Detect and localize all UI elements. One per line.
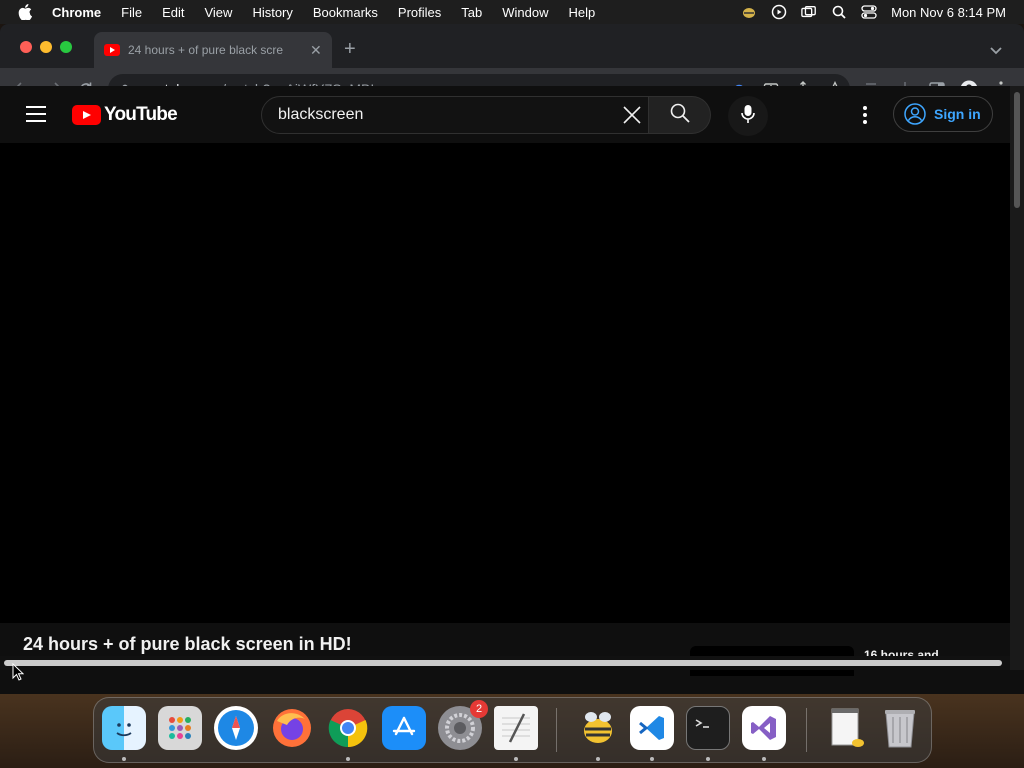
- microphone-icon: [741, 104, 755, 129]
- menu-bookmarks[interactable]: Bookmarks: [313, 5, 378, 20]
- youtube-play-logo-icon: [72, 105, 101, 125]
- system-settings-icon[interactable]: 2: [438, 700, 488, 750]
- search-button[interactable]: [649, 96, 711, 134]
- finder-icon[interactable]: [102, 706, 146, 750]
- window-controls: [20, 41, 72, 53]
- tab-close-icon[interactable]: ✕: [310, 42, 322, 59]
- launchpad-icon[interactable]: [158, 706, 202, 750]
- vscode-icon[interactable]: [630, 706, 674, 750]
- terminal-running-dot: [706, 757, 710, 761]
- clear-search-icon[interactable]: [620, 103, 644, 127]
- macos-dock: 2: [93, 697, 932, 763]
- chrome-running-dot: [346, 757, 350, 761]
- dock-separator-2: [806, 708, 807, 752]
- screen-record-icon[interactable]: [771, 4, 787, 20]
- screen-mirroring-icon[interactable]: [801, 4, 817, 20]
- spotlight-search-icon[interactable]: [831, 4, 847, 20]
- cyberduck-status-icon[interactable]: [741, 4, 757, 20]
- sign-in-label: Sign in: [934, 106, 981, 122]
- menu-window[interactable]: Window: [502, 5, 548, 20]
- search-icon: [670, 103, 690, 128]
- search-query-text[interactable]: blackscreen: [278, 106, 620, 124]
- apple-menu-icon[interactable]: [18, 4, 34, 20]
- video-title: 24 hours + of pure black screen in HD!: [23, 634, 352, 654]
- youtube-logo[interactable]: YouTube: [72, 104, 178, 126]
- terminal-icon[interactable]: [686, 706, 730, 750]
- visual-studio-running-dot: [762, 757, 766, 761]
- app-store-icon[interactable]: [382, 706, 426, 750]
- menu-edit[interactable]: Edit: [162, 5, 184, 20]
- menu-view[interactable]: View: [204, 5, 232, 20]
- control-center-icon[interactable]: [861, 4, 877, 20]
- vertical-scroll-thumb[interactable]: [1014, 92, 1020, 208]
- account-circle-icon: [904, 103, 926, 125]
- new-tab-button[interactable]: +: [344, 39, 356, 59]
- menu-help[interactable]: Help: [569, 5, 596, 20]
- script-editor-icon[interactable]: [494, 706, 538, 750]
- guide-menu-icon[interactable]: [26, 106, 46, 122]
- safari-icon[interactable]: [214, 706, 258, 750]
- search-input[interactable]: blackscreen: [261, 96, 649, 134]
- notification-badge: 2: [470, 700, 488, 718]
- horizontal-scroll-thumb[interactable]: [4, 660, 1002, 666]
- horizontal-scrollbar[interactable]: [0, 656, 1010, 670]
- cyberduck-icon[interactable]: [576, 706, 620, 750]
- vscode-running-dot: [650, 757, 654, 761]
- finder-running-dot: [122, 757, 126, 761]
- youtube-wordmark: YouTube: [104, 104, 178, 125]
- vertical-scrollbar[interactable]: [1010, 86, 1024, 670]
- macos-menu-bar: Chrome File Edit View History Bookmarks …: [0, 0, 1024, 24]
- menu-app-name[interactable]: Chrome: [52, 5, 101, 20]
- preview-document-icon[interactable]: [824, 706, 868, 750]
- menu-history[interactable]: History: [252, 5, 292, 20]
- script-editor-running-dot: [514, 757, 518, 761]
- sign-in-button[interactable]: Sign in: [893, 96, 993, 132]
- youtube-header: YouTube blackscreen Sign in: [0, 86, 1010, 142]
- tab-search-chevron-icon[interactable]: [990, 42, 1002, 55]
- menu-profiles[interactable]: Profiles: [398, 5, 441, 20]
- tab-title: 24 hours + of pure black scre: [128, 43, 284, 57]
- video-player[interactable]: [0, 143, 1010, 623]
- tab-youtube[interactable]: 24 hours + of pure black scre ✕: [94, 32, 332, 68]
- mouse-pointer-icon: [12, 662, 25, 681]
- close-window-button[interactable]: [20, 41, 32, 53]
- cyberduck-running-dot: [596, 757, 600, 761]
- minimize-window-button[interactable]: [40, 41, 52, 53]
- trash-icon[interactable]: [878, 706, 922, 750]
- youtube-favicon-icon: [104, 44, 120, 56]
- menubar-clock[interactable]: Mon Nov 6 8:14 PM: [891, 5, 1006, 20]
- menu-file[interactable]: File: [121, 5, 142, 20]
- voice-search-button[interactable]: [728, 96, 768, 136]
- dock-separator: [556, 708, 557, 752]
- youtube-page: YouTube blackscreen Sign in 24 hours + o…: [0, 86, 1010, 676]
- menu-tab[interactable]: Tab: [461, 5, 482, 20]
- chrome-dock-icon[interactable]: [326, 706, 370, 750]
- visual-studio-icon[interactable]: [742, 706, 786, 750]
- tab-strip: 24 hours + of pure black scre ✕ +: [0, 24, 1024, 68]
- settings-kebab-icon[interactable]: [862, 106, 868, 124]
- zoom-window-button[interactable]: [60, 41, 72, 53]
- firefox-icon[interactable]: [270, 706, 314, 750]
